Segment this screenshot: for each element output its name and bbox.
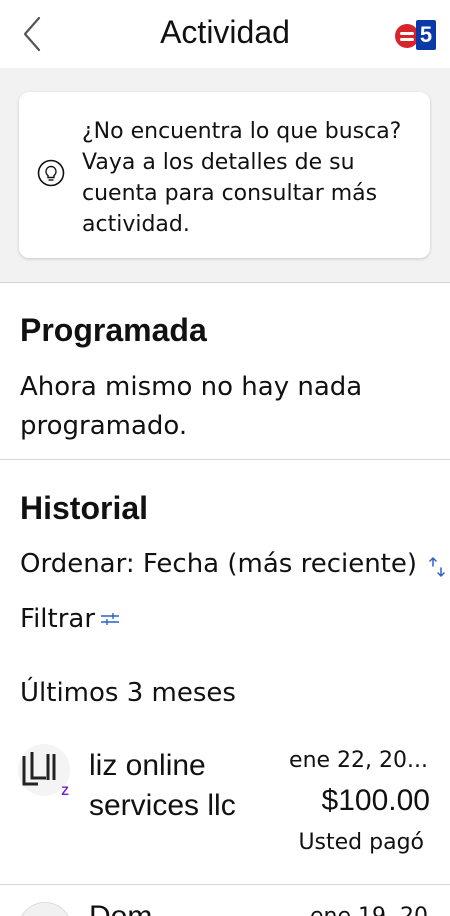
notification-count-badge: 5 (416, 20, 436, 50)
divider (0, 282, 450, 283)
divider (0, 459, 450, 460)
scheduled-heading: Programada (20, 312, 207, 348)
filter-control[interactable]: Filtrar (20, 604, 121, 634)
filter-icon (101, 613, 120, 625)
sort-label: Ordenar: Fecha (más reciente) (20, 549, 418, 579)
lightbulb-icon (37, 159, 65, 187)
divider (0, 884, 450, 885)
sort-arrows-icon[interactable] (429, 556, 445, 578)
header-bar: Actividad 5 (0, 0, 450, 68)
tip-card[interactable]: ¿No encuentra lo que busca? Vaya a los d… (19, 92, 430, 258)
merchant-avatar: Z (18, 744, 70, 798)
notifications-button[interactable]: 5 (395, 18, 441, 52)
transaction-amount: $100.00 (321, 784, 430, 817)
page-title: Actividad (160, 14, 290, 50)
merchant-name: Dom (89, 900, 152, 916)
period-label: Últimos 3 meses (20, 678, 236, 708)
scheduled-empty-text: Ahora mismo no hay nada programado. (20, 372, 363, 441)
transaction-row[interactable]: Dom ene 19, 20 (0, 886, 450, 916)
transaction-date: ene 22, 20... (289, 748, 428, 773)
transaction-row[interactable]: Z liz online services llc ene 22, 20... … (0, 738, 450, 884)
zelle-badge-icon: Z (61, 784, 69, 798)
transaction-date: ene 19, 20 (310, 904, 428, 916)
merchant-name: liz online services llc (89, 749, 236, 822)
filter-label: Filtrar (20, 604, 96, 634)
tip-section: ¿No encuentra lo que busca? Vaya a los d… (0, 68, 450, 282)
transaction-note: Usted pagó (298, 830, 424, 855)
history-heading: Historial (20, 490, 149, 526)
merchant-avatar (18, 902, 72, 916)
tip-text: ¿No encuentra lo que busca? Vaya a los d… (82, 119, 402, 237)
sort-control[interactable]: Ordenar: Fecha (más reciente) (20, 549, 417, 579)
